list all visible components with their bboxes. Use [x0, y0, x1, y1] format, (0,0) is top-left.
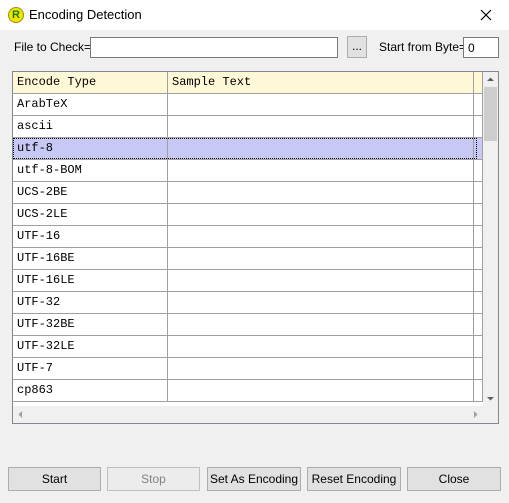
- sample-text-cell[interactable]: [168, 94, 474, 116]
- file-to-check-input[interactable]: [90, 37, 338, 58]
- sample-text-cell[interactable]: [168, 204, 474, 226]
- extra-cell: [474, 380, 483, 402]
- stop-button[interactable]: Stop: [107, 467, 200, 491]
- sample-text-cell[interactable]: [168, 270, 474, 292]
- app-icon: R: [8, 7, 24, 23]
- set-as-encoding-button[interactable]: Set As Encoding: [207, 467, 301, 491]
- sample-text-cell[interactable]: [168, 314, 474, 336]
- sample-text-cell[interactable]: [168, 160, 474, 182]
- vertical-scrollbar[interactable]: [483, 72, 498, 406]
- close-button[interactable]: Close: [407, 467, 501, 491]
- column-header-encode-type[interactable]: Encode Type: [13, 72, 168, 94]
- close-icon: [480, 9, 492, 21]
- start-from-byte-label: Start from Byte=>: [379, 40, 474, 54]
- extra-cell: [474, 226, 483, 248]
- table-row[interactable]: UCS-2BE: [13, 182, 483, 204]
- start-button[interactable]: Start: [8, 467, 101, 491]
- table-row[interactable]: UTF-32: [13, 292, 483, 314]
- table-row[interactable]: UTF-16LE: [13, 270, 483, 292]
- table-row[interactable]: UTF-32BE: [13, 314, 483, 336]
- table-row[interactable]: UTF-16: [13, 226, 483, 248]
- table-row[interactable]: ArabTeX: [13, 94, 483, 116]
- sample-text-cell[interactable]: [168, 116, 474, 138]
- scrollbar-corner: [483, 406, 498, 423]
- scroll-left-icon[interactable]: [13, 407, 28, 422]
- window-title: Encoding Detection: [29, 7, 142, 22]
- encode-type-cell[interactable]: utf-8: [13, 138, 168, 160]
- extra-cell: [474, 314, 483, 336]
- sample-text-cell[interactable]: [168, 182, 474, 204]
- file-to-check-label: File to Check=>: [14, 40, 99, 54]
- encode-type-cell[interactable]: UTF-16BE: [13, 248, 168, 270]
- table-row[interactable]: utf-8: [13, 138, 483, 160]
- sample-text-cell[interactable]: [168, 380, 474, 402]
- scroll-right-icon[interactable]: [468, 407, 483, 422]
- extra-cell: [474, 336, 483, 358]
- encode-type-cell[interactable]: UCS-2LE: [13, 204, 168, 226]
- table-row[interactable]: UTF-7: [13, 358, 483, 380]
- table-row[interactable]: UCS-2LE: [13, 204, 483, 226]
- extra-cell: [474, 248, 483, 270]
- browse-button[interactable]: ...: [347, 36, 367, 58]
- encoding-table: Encode Type Sample Text ArabTeX ascii utf-…: [12, 71, 499, 424]
- sample-text-cell[interactable]: [168, 138, 474, 160]
- encode-type-cell[interactable]: UTF-32LE: [13, 336, 168, 358]
- table-row[interactable]: ascii: [13, 116, 483, 138]
- table-row[interactable]: cp863: [13, 380, 483, 402]
- sample-text-cell[interactable]: [168, 292, 474, 314]
- vertical-scroll-thumb[interactable]: [484, 87, 497, 141]
- encode-type-cell[interactable]: UTF-7: [13, 358, 168, 380]
- sample-text-cell[interactable]: [168, 248, 474, 270]
- extra-cell: [474, 292, 483, 314]
- extra-cell: [474, 204, 483, 226]
- encode-type-cell[interactable]: cp863: [13, 380, 168, 402]
- title-bar: R Encoding Detection: [0, 0, 509, 30]
- column-header-sample-text[interactable]: Sample Text: [168, 72, 474, 94]
- sample-text-cell[interactable]: [168, 226, 474, 248]
- sample-text-cell[interactable]: [168, 336, 474, 358]
- scroll-up-icon[interactable]: [483, 72, 498, 87]
- encode-type-cell[interactable]: UCS-2BE: [13, 182, 168, 204]
- reset-encoding-button[interactable]: Reset Encoding: [307, 467, 401, 491]
- start-from-byte-input[interactable]: [463, 37, 499, 58]
- encode-type-cell[interactable]: UTF-16LE: [13, 270, 168, 292]
- encode-type-cell[interactable]: UTF-32BE: [13, 314, 168, 336]
- table-row[interactable]: UTF-32LE: [13, 336, 483, 358]
- extra-cell: [474, 138, 483, 160]
- extra-cell: [474, 270, 483, 292]
- extra-cell: [474, 94, 483, 116]
- extra-cell: [474, 160, 483, 182]
- column-header-extra: [474, 72, 483, 94]
- extra-cell: [474, 182, 483, 204]
- table-row[interactable]: utf-8-BOM: [13, 160, 483, 182]
- encode-type-cell[interactable]: ArabTeX: [13, 94, 168, 116]
- extra-cell: [474, 358, 483, 380]
- encode-type-cell[interactable]: UTF-16: [13, 226, 168, 248]
- encode-type-cell[interactable]: ascii: [13, 116, 168, 138]
- encode-type-cell[interactable]: UTF-32: [13, 292, 168, 314]
- encode-type-cell[interactable]: utf-8-BOM: [13, 160, 168, 182]
- sample-text-cell[interactable]: [168, 358, 474, 380]
- horizontal-scrollbar[interactable]: [13, 406, 483, 423]
- extra-cell: [474, 116, 483, 138]
- table-row[interactable]: UTF-16BE: [13, 248, 483, 270]
- close-window-button[interactable]: [463, 0, 509, 30]
- scroll-down-icon[interactable]: [483, 391, 498, 406]
